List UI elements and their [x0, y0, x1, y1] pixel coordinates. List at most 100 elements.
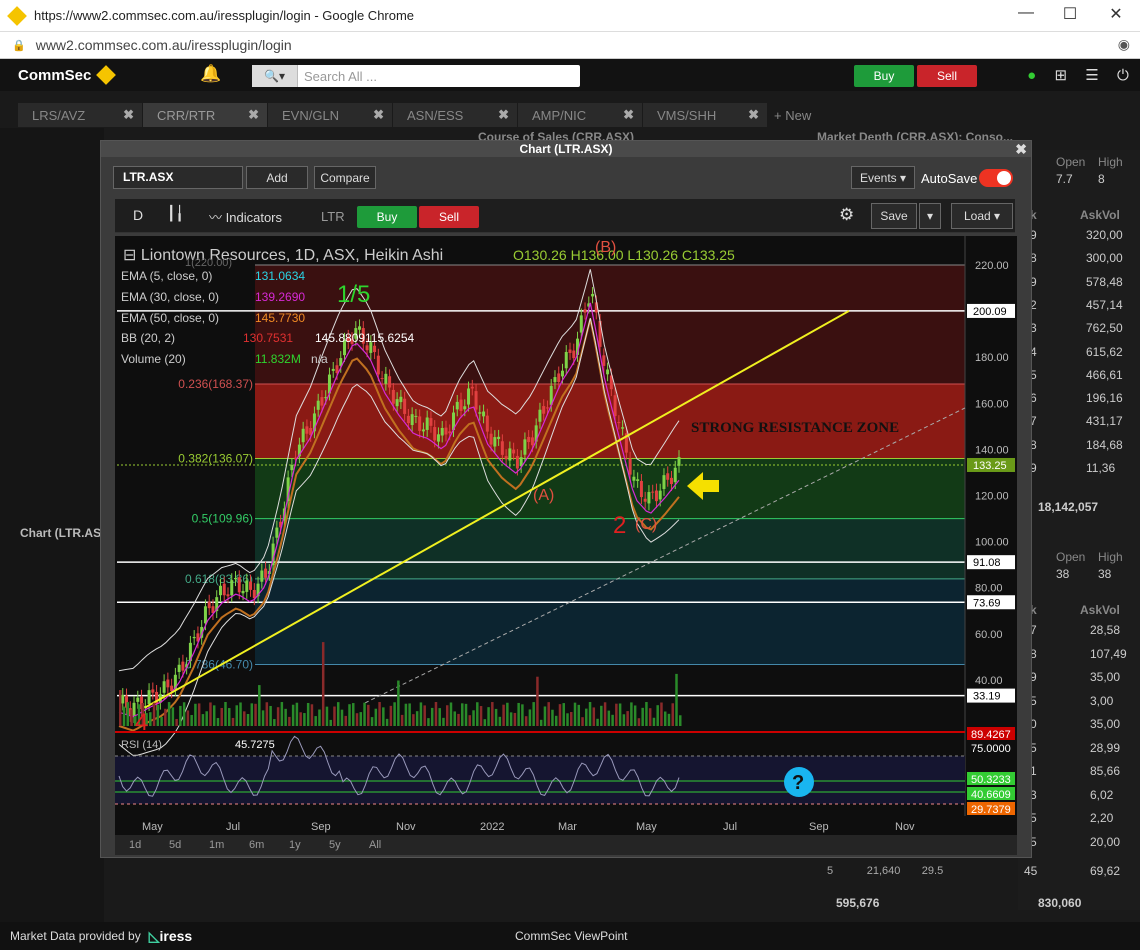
tab-lrs-avz[interactable]: LRS/AVZ ✖	[18, 103, 142, 127]
volume-bar	[671, 703, 674, 726]
volume-bar	[190, 714, 193, 726]
range-5d[interactable]: 5d	[169, 839, 209, 851]
askvol-header: AskVol	[1080, 603, 1120, 617]
chart-close-icon[interactable]: ✖	[1015, 141, 1027, 158]
rsi-legend-value: 45.7275	[235, 739, 275, 751]
volume-bar	[374, 708, 378, 726]
compare-button[interactable]: Compare	[314, 166, 376, 189]
candle	[373, 345, 377, 353]
commsec-logo[interactable]: CommSec	[18, 65, 117, 85]
logo-text: CommSec	[18, 66, 92, 84]
add-button[interactable]: Add	[246, 166, 308, 189]
volume-bar	[179, 705, 182, 726]
header-buy-button[interactable]: Buy	[854, 65, 914, 87]
header-sell-button[interactable]: Sell	[917, 65, 977, 87]
legend-extra: n/a	[311, 352, 328, 366]
tab-label: CRR/RTR	[157, 107, 216, 123]
range-1y[interactable]: 1y	[289, 839, 329, 851]
wave-label-c: (C)	[635, 516, 657, 533]
tab-close-icon[interactable]: ✖	[248, 107, 259, 123]
settings-gear-icon[interactable]: ⚙	[839, 205, 854, 225]
tab-crr-rtr[interactable]: CRR/RTR ✖	[143, 103, 267, 127]
tab-amp-nic[interactable]: AMP/NIC ✖	[518, 103, 642, 127]
tab-close-icon[interactable]: ✖	[373, 107, 384, 123]
plus-icon[interactable]: ⊞	[1054, 66, 1067, 84]
candle	[448, 431, 452, 434]
tab-close-icon[interactable]: ✖	[123, 107, 134, 123]
tab-asn-ess[interactable]: ASN/ESS ✖	[393, 103, 517, 127]
eye-icon[interactable]: ◉	[1118, 36, 1130, 53]
chart-window-title[interactable]: Chart (LTR.ASX)	[101, 141, 1031, 157]
volume-bar	[370, 717, 374, 726]
candle	[530, 437, 534, 446]
url-text[interactable]: www2.commsec.com.au/iressplugin/login	[36, 37, 292, 53]
candle-type-icon[interactable]: ┃╽	[167, 205, 184, 222]
chart-buy-button[interactable]: Buy	[357, 206, 417, 228]
save-button[interactable]: Save	[871, 203, 917, 229]
symbol-input[interactable]: LTR.ASX	[113, 166, 243, 189]
search-input[interactable]: Search All ...	[298, 69, 377, 84]
chart-sell-button[interactable]: Sell	[419, 206, 479, 228]
indicators-icon: 〰	[209, 210, 223, 225]
indicators-button[interactable]: 〰 Indicators	[209, 207, 282, 226]
bell-icon[interactable]: 🔔	[200, 64, 221, 84]
volume-bar	[562, 703, 565, 726]
volume-bar	[224, 702, 227, 726]
tab-evn-gln[interactable]: EVN/GLN ✖	[268, 103, 392, 127]
load-dropdown[interactable]: Load ▾	[951, 203, 1013, 229]
candle	[444, 427, 448, 435]
resistance-zone-label: STRONG RESISTANCE ZONE	[691, 420, 899, 436]
address-bar[interactable]: 🔒 www2.commsec.com.au/iressplugin/login …	[0, 32, 1140, 59]
search-icon[interactable]: 🔍▾	[252, 65, 298, 87]
interval-button[interactable]: D	[133, 207, 143, 223]
search-box[interactable]: 🔍▾ Search All ...	[252, 65, 580, 87]
chart-area[interactable]: 0.236(168.37) 0.382(136.07) 0.5(109.96) 0.6…	[115, 236, 1017, 836]
range-1d[interactable]: 1d	[129, 839, 169, 851]
range-6m[interactable]: 6m	[249, 839, 289, 851]
close-icon[interactable]: ✕	[1096, 4, 1136, 24]
chevron-down-icon: ▾	[900, 170, 907, 185]
rsi-level-label: 50.3233	[971, 774, 1011, 786]
high-header: High	[1098, 155, 1123, 169]
legend-value: 145.7730	[255, 311, 305, 325]
volume-bar	[457, 713, 460, 726]
volume-bar	[641, 707, 644, 726]
legend-value: 145.8809	[315, 331, 365, 345]
candle	[391, 389, 395, 404]
volume-bar	[321, 642, 325, 726]
tab-vms-shh[interactable]: VMS/SHH ✖	[643, 103, 767, 127]
depth-row-askvol: 615,62	[1086, 344, 1123, 359]
tab-new[interactable]: + New	[768, 103, 828, 127]
tab-close-icon[interactable]: ✖	[623, 107, 634, 123]
save-dropdown-icon[interactable]: ▾	[919, 203, 941, 229]
rsi-level-label: 89.4267	[971, 729, 1011, 741]
price-chart[interactable]: 0.236(168.37) 0.382(136.07) 0.5(109.96) 0.6…	[115, 236, 1017, 836]
range-1m[interactable]: 1m	[209, 839, 249, 851]
browser-titlebar: https://www2.commsec.com.au/iressplugin/…	[0, 0, 1140, 32]
range-all[interactable]: All	[369, 839, 409, 851]
lock-icon[interactable]: 🔒	[12, 39, 26, 52]
tab-close-icon[interactable]: ✖	[498, 107, 509, 123]
volume-bar	[393, 702, 396, 726]
price-label: 133.25	[973, 460, 1007, 472]
candle	[440, 427, 444, 436]
power-icon[interactable]: ⏻	[1117, 67, 1129, 84]
minimized-chart-label[interactable]: Chart (LTR.AS	[20, 526, 101, 540]
candle	[568, 349, 572, 353]
askvol-header: AskVol	[1080, 208, 1120, 222]
ohlc-readout: O130.26 H136.00 L130.26 C133.25	[513, 247, 735, 263]
menu-icon[interactable]: ☰	[1085, 66, 1098, 84]
minimize-icon[interactable]: —	[1006, 4, 1046, 22]
maximize-icon[interactable]: ☐	[1050, 4, 1090, 24]
depth-row-askvol: 20,00	[1090, 834, 1121, 849]
candle	[241, 590, 245, 594]
volume-bar	[577, 704, 581, 726]
events-dropdown[interactable]: Events ▾	[851, 166, 915, 189]
autosave-toggle[interactable]	[979, 169, 1013, 187]
candle	[654, 490, 658, 502]
candle	[557, 373, 561, 382]
volume-bar	[288, 716, 291, 726]
range-5y[interactable]: 5y	[329, 839, 369, 851]
tab-close-icon[interactable]: ✖	[748, 107, 759, 123]
lightbulb-icon[interactable]: ●	[1027, 67, 1036, 84]
